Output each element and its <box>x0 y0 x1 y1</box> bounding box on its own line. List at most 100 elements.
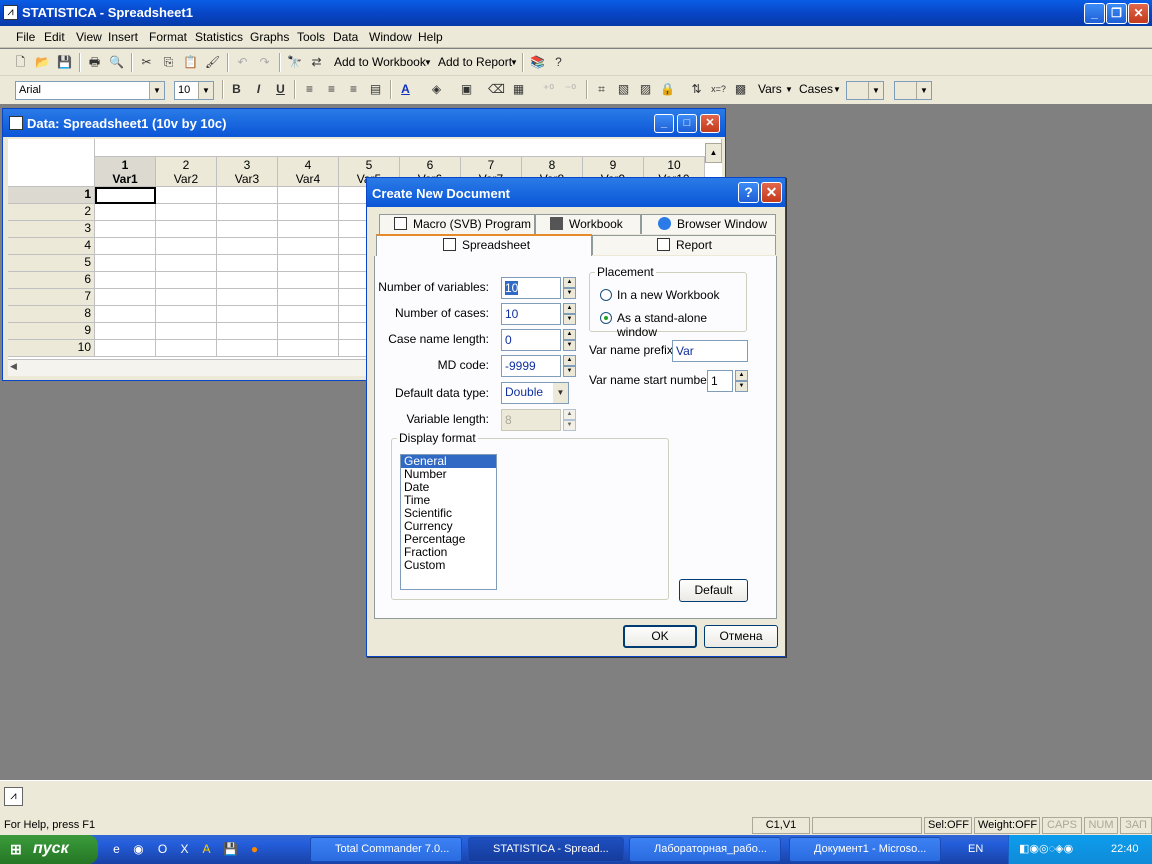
formula-icon[interactable]: x=? <box>710 81 727 98</box>
add-to-workbook-button[interactable]: Add to Workbook <box>334 55 426 69</box>
grid-cell[interactable] <box>156 204 217 221</box>
grid-cell[interactable] <box>217 221 278 238</box>
copy-icon[interactable]: ⎘ <box>160 54 177 71</box>
grid-cell[interactable] <box>278 187 339 204</box>
grid-cell[interactable] <box>95 204 156 221</box>
row-header[interactable]: 10 <box>8 340 95 357</box>
row-header[interactable]: 5 <box>8 255 95 272</box>
help-button[interactable]: ? <box>738 182 759 203</box>
grid-cell[interactable] <box>278 255 339 272</box>
sheet-minimize-button[interactable]: _ <box>654 114 674 133</box>
scroll-up-icon[interactable]: ▲ <box>705 143 722 163</box>
grid-cell[interactable] <box>95 221 156 238</box>
cases-button[interactable]: Cases <box>799 82 833 96</box>
gridlines-icon[interactable]: ▦ <box>510 81 527 98</box>
grid-cell[interactable] <box>156 187 217 204</box>
grid-cell[interactable] <box>156 289 217 306</box>
grid-cell[interactable] <box>217 323 278 340</box>
menu-statistics[interactable]: Statistics <box>195 30 243 44</box>
menu-help[interactable]: Help <box>418 30 443 44</box>
chevron-down-icon[interactable]: ▼ <box>785 85 793 94</box>
grid-cell[interactable] <box>217 238 278 255</box>
grid-cell[interactable] <box>278 306 339 323</box>
grid-cell[interactable] <box>156 221 217 238</box>
align-right-icon[interactable]: ≡ <box>345 81 362 98</box>
save-icon[interactable]: 💾 <box>56 54 73 71</box>
grid-cell[interactable] <box>95 187 156 204</box>
grid-cell[interactable] <box>95 255 156 272</box>
redo-icon[interactable]: ↷ <box>256 54 273 71</box>
case-name-length-input[interactable]: 0 <box>501 329 561 351</box>
num-vars-spinner[interactable]: ▲ ▼ <box>563 277 576 299</box>
cut-icon[interactable]: ✂ <box>138 54 155 71</box>
find-icon[interactable]: 🔭 <box>286 54 303 71</box>
grid-cell[interactable] <box>278 238 339 255</box>
chevron-down-icon[interactable]: ▼ <box>424 58 432 67</box>
grid-cell[interactable] <box>95 289 156 306</box>
menu-format[interactable]: Format <box>149 30 187 44</box>
case-name-length-spinner[interactable]: ▲ ▼ <box>563 329 576 351</box>
status-sel[interactable]: Sel:OFF <box>924 817 972 834</box>
menu-data[interactable]: Data <box>333 30 358 44</box>
grid-cell[interactable] <box>217 306 278 323</box>
task-total-commander[interactable]: Total Commander 7.0... <box>310 837 462 862</box>
grid-cell[interactable] <box>217 204 278 221</box>
row-header[interactable]: 1 <box>8 187 95 204</box>
md-code-input[interactable]: -9999 <box>501 355 561 377</box>
num-vars-input[interactable]: 10 <box>501 277 561 299</box>
grid-cell[interactable] <box>95 306 156 323</box>
menu-edit[interactable]: Edit <box>44 30 65 44</box>
column-header[interactable]: 3 Var3 <box>217 157 278 187</box>
underline-icon[interactable]: U <box>272 81 289 98</box>
minimize-button[interactable]: _ <box>1084 3 1105 24</box>
decrease-decimal-icon[interactable]: ⁻⁰ <box>562 81 579 98</box>
chevron-down-icon[interactable]: ▼ <box>510 58 518 67</box>
vars-button[interactable]: Vars <box>758 82 782 96</box>
grid-cell[interactable] <box>95 272 156 289</box>
language-indicator[interactable]: EN <box>968 843 983 855</box>
vars-specs-icon[interactable]: ▧ <box>615 81 632 98</box>
grid-cell[interactable] <box>95 323 156 340</box>
menu-window[interactable]: Window <box>369 30 412 44</box>
grid-cell[interactable] <box>95 340 156 357</box>
grid-cell[interactable] <box>278 340 339 357</box>
placement-standalone-radio[interactable] <box>600 312 612 324</box>
grid-cell[interactable] <box>278 272 339 289</box>
print-preview-icon[interactable]: 🔍 <box>108 54 125 71</box>
grid-cell[interactable] <box>217 255 278 272</box>
lock-icon[interactable]: 🔒 <box>659 81 676 98</box>
md-code-spinner[interactable]: ▲ ▼ <box>563 355 576 377</box>
borders-icon[interactable]: ▣ <box>458 81 475 98</box>
num-cases-spinner[interactable]: ▲ ▼ <box>563 303 576 325</box>
grid-cell[interactable] <box>156 306 217 323</box>
format-cells-icon[interactable]: ▤ <box>367 81 384 98</box>
fill-color-icon[interactable]: ◈ <box>428 81 445 98</box>
selection-select[interactable]: ▼ <box>894 81 932 100</box>
disk-icon[interactable]: 💾 <box>222 841 239 858</box>
column-header[interactable]: 1 Var1 <box>95 157 156 187</box>
task-word-document[interactable]: Документ1 - Microso... <box>789 837 941 862</box>
ok-button[interactable]: OK <box>623 625 697 648</box>
avast-icon[interactable]: A <box>198 841 215 858</box>
align-left-icon[interactable]: ≡ <box>301 81 318 98</box>
font-select[interactable]: Arial ▼ <box>15 81 165 100</box>
excel-icon[interactable]: X <box>176 841 193 858</box>
cell-editor[interactable] <box>95 139 722 157</box>
sheet-maximize-button[interactable]: □ <box>677 114 697 133</box>
statistica-icon[interactable]: ⩘ <box>4 787 23 806</box>
grid-cell[interactable] <box>217 289 278 306</box>
eraser-icon[interactable]: ⌫ <box>488 81 505 98</box>
menu-tools[interactable]: Tools <box>297 30 325 44</box>
new-icon[interactable]: 🗋 <box>12 54 29 71</box>
grid-cell[interactable] <box>217 187 278 204</box>
row-header[interactable]: 6 <box>8 272 95 289</box>
tab-report[interactable]: Report <box>592 235 776 255</box>
font-color-icon[interactable]: A <box>397 81 414 98</box>
undo-icon[interactable]: ↶ <box>234 54 251 71</box>
ie-icon[interactable]: e <box>108 841 125 858</box>
task-lab-work[interactable]: Лабораторная_рабо... <box>629 837 781 862</box>
grid-cell[interactable] <box>156 340 217 357</box>
bold-icon[interactable]: B <box>228 81 245 98</box>
tab-macro[interactable]: Macro (SVB) Program <box>379 214 535 234</box>
menu-file[interactable]: File <box>16 30 35 44</box>
